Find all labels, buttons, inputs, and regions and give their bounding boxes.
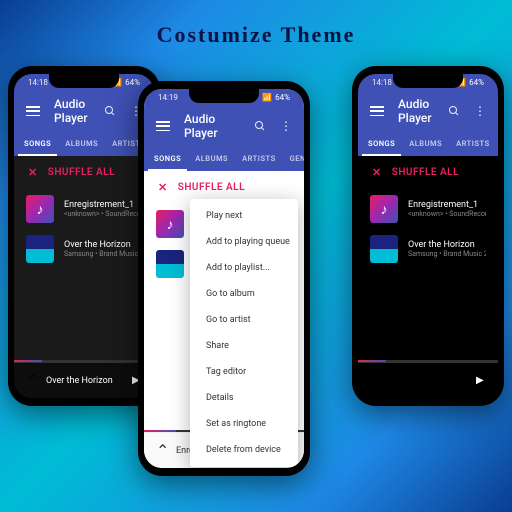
menu-share[interactable]: Share (190, 333, 298, 359)
page-title: Costumize Theme (0, 0, 512, 66)
shuffle-icon: ✕ (28, 166, 38, 179)
context-menu: Play next Add to playing queue Add to pl… (190, 199, 298, 467)
more-icon[interactable]: ⋮ (280, 119, 292, 133)
album-art (370, 235, 398, 263)
album-art: ♪ (26, 195, 54, 223)
album-art: ♪ (156, 210, 184, 238)
track-row[interactable]: ♪Enregistrement_1<unknown> • SoundRecord… (14, 189, 154, 229)
menu-go-album[interactable]: Go to album (190, 281, 298, 307)
search-icon[interactable] (254, 120, 266, 132)
track-row[interactable]: Over the HorizonSamsung • Brand Music 20… (14, 229, 154, 269)
tab-genres[interactable]: GENRES (284, 148, 304, 171)
app-bar: Audio Player ⋮ (144, 104, 304, 148)
tab-artists[interactable]: ARTISTS (236, 148, 282, 171)
tab-artists[interactable]: ARTISTS (450, 133, 496, 156)
tabs: SONGS ALBUMS ARTISTS GENRES (14, 133, 154, 156)
menu-details[interactable]: Details (190, 385, 298, 411)
menu-add-playlist[interactable]: Add to playlist... (190, 255, 298, 281)
menu-add-queue[interactable]: Add to playing queue (190, 229, 298, 255)
tab-songs[interactable]: SONGS (362, 133, 401, 156)
tab-songs[interactable]: SONGS (18, 133, 57, 156)
tab-songs[interactable]: SONGS (148, 148, 187, 171)
tab-albums[interactable]: ALBUMS (403, 133, 448, 156)
menu-play-next[interactable]: Play next (190, 203, 298, 229)
track-row[interactable]: ♪Enregistrement_1<unknown> • SoundRecord… (358, 189, 498, 229)
app-bar: Audio Player ⋮ (14, 89, 154, 133)
tab-albums[interactable]: ALBUMS (59, 133, 104, 156)
menu-tag-editor[interactable]: Tag editor (190, 359, 298, 385)
shuffle-all[interactable]: ✕SHUFFLE ALL (14, 156, 154, 189)
tabs: SONGS ALBUMS ARTISTS GENRES (358, 133, 498, 156)
track-row[interactable]: Over the HorizonSamsung • Brand Music 20… (358, 229, 498, 269)
chevron-up-icon: ⌃ (156, 441, 166, 460)
hamburger-icon[interactable] (370, 106, 384, 116)
progress-bar[interactable] (358, 360, 498, 362)
app-title: Audio Player (398, 97, 434, 125)
play-icon[interactable]: ▶ (476, 375, 486, 386)
now-playing-bar[interactable]: ⌃Over the Horizon▶ (14, 362, 154, 398)
search-icon[interactable] (448, 105, 460, 117)
menu-ringtone[interactable]: Set as ringtone (190, 411, 298, 437)
app-bar: Audio Player ⋮ (358, 89, 498, 133)
chevron-up-icon: ⌃ (26, 371, 36, 390)
shuffle-icon: ✕ (372, 166, 382, 179)
chevron-up-icon: ⌃ (370, 371, 380, 390)
hamburger-icon[interactable] (156, 121, 170, 131)
album-art: ♪ (370, 195, 398, 223)
progress-bar[interactable] (14, 360, 154, 362)
search-icon[interactable] (104, 105, 116, 117)
phone-black-right: 14:18📶 64% Audio Player ⋮ SONGS ALBUMS A… (352, 66, 504, 406)
now-playing-bar[interactable]: ⌃▶ (358, 362, 498, 398)
phone-light-center: 14:19📶 64% Audio Player ⋮ SONGS ALBUMS A… (138, 81, 310, 476)
more-icon[interactable]: ⋮ (474, 104, 486, 118)
phone-mockups: 14:18📶 64% Audio Player ⋮ SONGS ALBUMS A… (0, 66, 512, 496)
album-art (156, 250, 184, 278)
hamburger-icon[interactable] (26, 106, 40, 116)
tab-albums[interactable]: ALBUMS (189, 148, 234, 171)
album-art (26, 235, 54, 263)
app-title: Audio Player (184, 112, 240, 140)
app-title: Audio Player (54, 97, 90, 125)
shuffle-icon: ✕ (158, 181, 168, 194)
menu-delete[interactable]: Delete from device (190, 437, 298, 463)
tabs: SONGS ALBUMS ARTISTS GENRES (144, 148, 304, 171)
menu-go-artist[interactable]: Go to artist (190, 307, 298, 333)
shuffle-all[interactable]: ✕SHUFFLE ALL (358, 156, 498, 189)
